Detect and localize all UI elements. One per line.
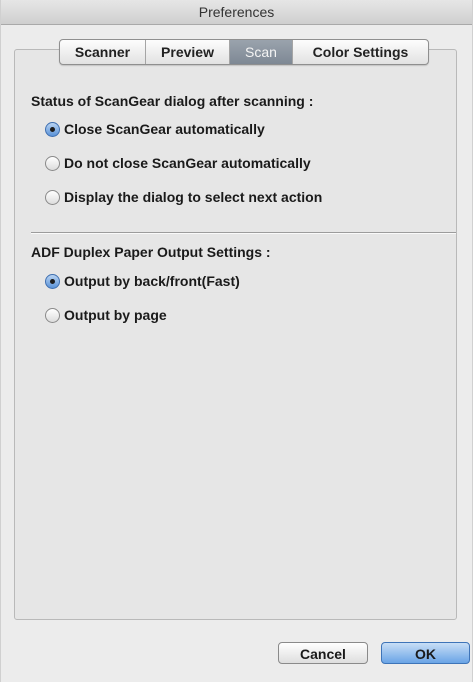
- radio-label: Output by page: [64, 307, 167, 323]
- radio-output-back-front[interactable]: Output by back/front(Fast): [45, 273, 240, 289]
- radio-label: Close ScanGear automatically: [64, 121, 265, 137]
- radio-unselected-icon[interactable]: [45, 155, 60, 171]
- title-bar[interactable]: Preferences: [1, 0, 472, 25]
- scangear-status-label: Status of ScanGear dialog after scanning…: [31, 93, 314, 109]
- radio-label: Display the dialog to select next action: [64, 189, 323, 205]
- radio-display-dialog-next-action[interactable]: Display the dialog to select next action: [45, 189, 322, 205]
- preferences-window: Preferences Scanner Preview Scan Color S…: [0, 0, 473, 682]
- radio-unselected-icon[interactable]: [45, 189, 60, 205]
- adf-duplex-label: ADF Duplex Paper Output Settings :: [31, 244, 271, 260]
- radio-unselected-icon[interactable]: [45, 307, 60, 323]
- tab-scanner[interactable]: Scanner: [60, 40, 146, 64]
- radio-selected-icon[interactable]: [45, 121, 60, 137]
- window-title: Preferences: [198, 4, 275, 20]
- radio-label: Output by back/front(Fast): [64, 273, 240, 289]
- tab-bar: Scanner Preview Scan Color Settings: [59, 39, 429, 65]
- tab-color-settings[interactable]: Color Settings: [293, 40, 428, 64]
- radio-close-scangear-automatically[interactable]: Close ScanGear automatically: [45, 121, 265, 137]
- radio-output-by-page[interactable]: Output by page: [45, 307, 167, 323]
- ok-button[interactable]: OK: [381, 642, 470, 664]
- cancel-button[interactable]: Cancel: [278, 642, 368, 664]
- radio-label: Do not close ScanGear automatically: [64, 155, 311, 171]
- section-divider: [31, 232, 456, 234]
- tab-scan[interactable]: Scan: [230, 40, 293, 64]
- radio-selected-icon[interactable]: [45, 273, 60, 289]
- tab-preview[interactable]: Preview: [146, 40, 230, 64]
- radio-do-not-close-scangear[interactable]: Do not close ScanGear automatically: [45, 155, 311, 171]
